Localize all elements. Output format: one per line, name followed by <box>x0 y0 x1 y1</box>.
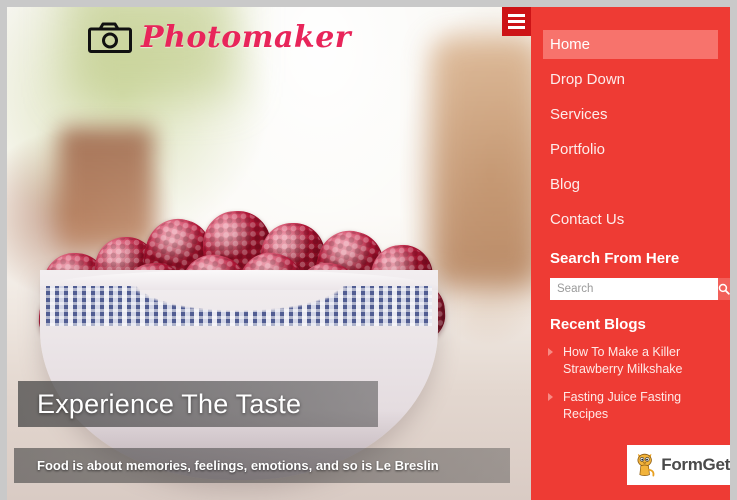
search-button[interactable] <box>718 278 730 300</box>
sidebar-item-contact-us[interactable]: Contact Us <box>543 205 718 234</box>
sidebar-item-blog[interactable]: Blog <box>543 170 718 199</box>
logo-text: Photomaker <box>141 19 352 55</box>
bullet-arrow-icon <box>548 348 553 356</box>
hero-subtitle-banner: Food is about memories, feelings, emotio… <box>14 448 510 483</box>
sidebar-item-portfolio[interactable]: Portfolio <box>543 135 718 164</box>
hamburger-bar <box>508 20 525 23</box>
cat-mascot-icon <box>637 453 655 477</box>
site-logo[interactable]: Photomaker <box>88 16 351 58</box>
hero-title: Experience The Taste <box>37 388 302 419</box>
search-icon <box>718 283 730 295</box>
formget-watermark: FormGet <box>627 445 730 485</box>
hero-section: Experience The Taste Food is about memor… <box>7 7 531 500</box>
search-heading: Search From Here <box>550 250 680 267</box>
sidebar-item-home[interactable]: Home <box>543 30 718 59</box>
hamburger-bar <box>508 14 525 17</box>
bullet-arrow-icon <box>548 393 553 401</box>
recent-blog-title: Fasting Juice Fasting Recipes <box>563 390 682 421</box>
main-navigation: Home Drop Down Services Portfolio Blog Contac… <box>531 7 730 234</box>
page-root: Experience The Taste Food is about memor… <box>0 0 737 500</box>
search-form <box>550 278 730 300</box>
search-input[interactable] <box>550 278 718 300</box>
camera-icon <box>88 22 132 53</box>
hero-title-banner: Experience The Taste <box>18 381 378 427</box>
sidebar-item-drop-down[interactable]: Drop Down <box>543 65 718 94</box>
recent-blog-item[interactable]: How To Make a Killer Strawberry Milkshak… <box>548 344 714 378</box>
hamburger-bar <box>508 26 525 29</box>
recent-blogs-list: How To Make a Killer Strawberry Milkshak… <box>531 344 730 423</box>
hero-subtitle: Food is about memories, feelings, emotio… <box>37 458 439 473</box>
hero-blur-jar <box>431 37 531 287</box>
recent-blog-item[interactable]: Fasting Juice Fasting Recipes <box>548 389 714 423</box>
recent-blog-title: How To Make a Killer Strawberry Milkshak… <box>563 345 683 376</box>
sidebar-item-services[interactable]: Services <box>543 100 718 129</box>
sidebar: Home Drop Down Services Portfolio Blog Contac… <box>531 7 730 500</box>
menu-toggle-button[interactable] <box>502 7 531 36</box>
watermark-text: FormGet <box>661 455 730 474</box>
bowl-pattern-band <box>46 286 432 326</box>
recent-blogs-heading: Recent Blogs <box>550 316 646 333</box>
